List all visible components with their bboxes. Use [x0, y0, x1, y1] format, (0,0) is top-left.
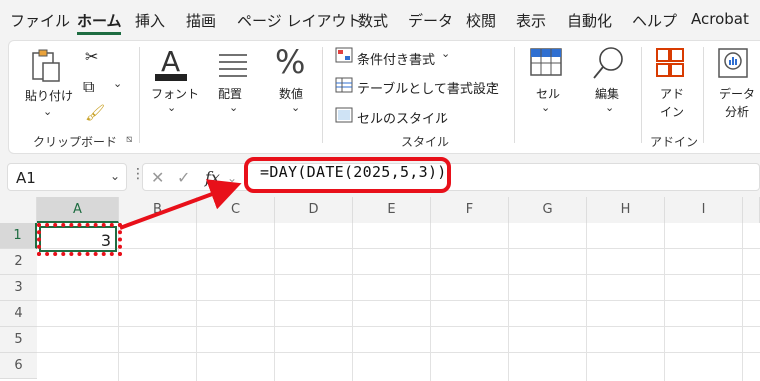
annotation-arrow: [119, 179, 242, 230]
